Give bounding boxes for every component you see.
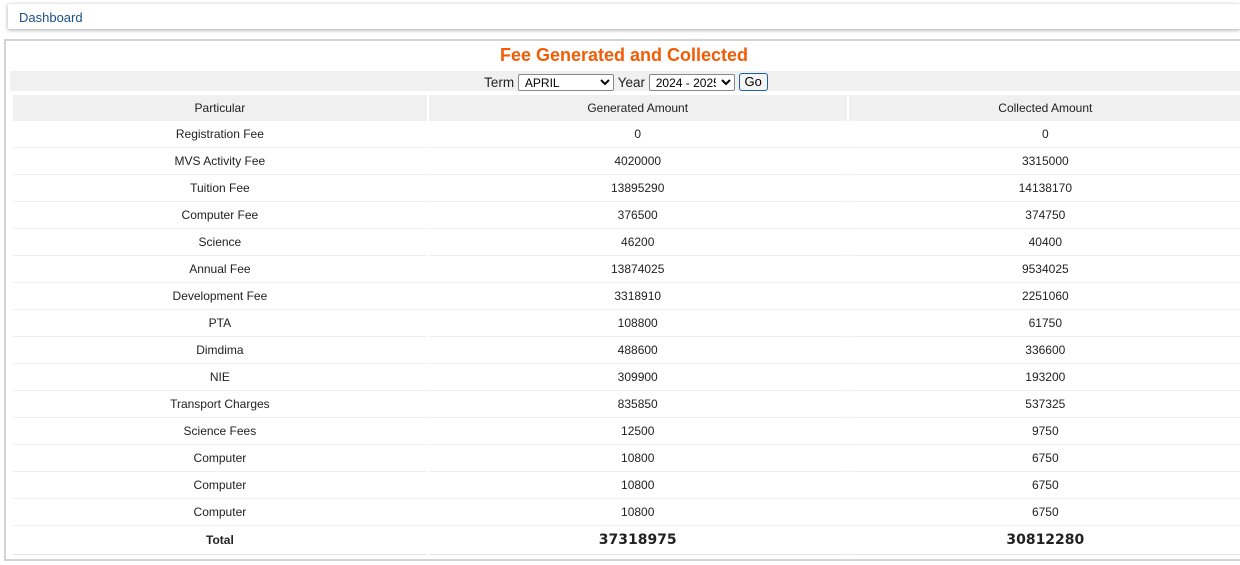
fee-table: Particular Generated Amount Collected Am… [11, 95, 1240, 555]
cell-particular: Computer [13, 499, 427, 526]
table-header-row: Particular Generated Amount Collected Am… [13, 95, 1240, 121]
cell-generated: 108800 [428, 310, 847, 337]
term-label: Term [484, 74, 515, 90]
cell-generated: 46200 [428, 229, 847, 256]
cell-collected: 40400 [848, 229, 1240, 256]
table-row: Transport Charges 835850 537325 [13, 391, 1240, 418]
cell-generated: 0 [428, 121, 847, 148]
page-title: Fee Generated and Collected [499, 45, 749, 65]
cell-generated: 12500 [428, 418, 847, 445]
cell-particular: Transport Charges [13, 391, 427, 418]
table-row: MVS Activity Fee 4020000 3315000 [13, 148, 1240, 175]
cell-particular: NIE [13, 364, 427, 391]
year-label: Year [617, 74, 645, 90]
table-row: Science 46200 40400 [13, 229, 1240, 256]
cell-particular: PTA [13, 310, 427, 337]
cell-particular: Dimdima [13, 337, 427, 364]
total-generated: 37318975 [428, 526, 847, 555]
cell-collected: 537325 [848, 391, 1240, 418]
cell-particular: Science [13, 229, 427, 256]
cell-collected: 0 [848, 121, 1240, 148]
total-collected: 30812280 [848, 526, 1240, 555]
cell-collected: 6750 [848, 472, 1240, 499]
cell-collected: 6750 [848, 499, 1240, 526]
table-row: NIE 309900 193200 [13, 364, 1240, 391]
cell-generated: 4020000 [428, 148, 847, 175]
cell-collected: 193200 [848, 364, 1240, 391]
cell-particular: Computer [13, 472, 427, 499]
cell-particular: Registration Fee [13, 121, 427, 148]
cell-generated: 3318910 [428, 283, 847, 310]
term-select[interactable]: APRIL [517, 73, 614, 91]
cell-collected: 14138170 [848, 175, 1240, 202]
cell-collected: 9750 [848, 418, 1240, 445]
cell-generated: 488600 [428, 337, 847, 364]
cell-generated: 13895290 [428, 175, 847, 202]
cell-collected: 3315000 [848, 148, 1240, 175]
cell-collected: 61750 [848, 310, 1240, 337]
cell-particular: Computer Fee [13, 202, 427, 229]
year-select[interactable]: 2024 - 2025 [648, 73, 735, 91]
cell-collected: 374750 [848, 202, 1240, 229]
cell-generated: 376500 [428, 202, 847, 229]
header-particular: Particular [13, 95, 427, 121]
table-row: Registration Fee 0 0 [13, 121, 1240, 148]
fee-report-panel: Fee Generated and Collected Term APRIL Y… [4, 39, 1240, 561]
breadcrumb: Dashboard [8, 4, 1240, 29]
total-row: Total 37318975 30812280 [13, 526, 1240, 555]
table-row: Development Fee 3318910 2251060 [13, 283, 1240, 310]
table-row: Computer Fee 376500 374750 [13, 202, 1240, 229]
cell-generated: 10800 [428, 472, 847, 499]
cell-generated: 10800 [428, 445, 847, 472]
table-row: Computer 10800 6750 [13, 472, 1240, 499]
cell-particular: Annual Fee [13, 256, 427, 283]
cell-collected: 2251060 [848, 283, 1240, 310]
go-button[interactable]: Go [738, 73, 768, 92]
header-collected-amount: Collected Amount [848, 95, 1240, 121]
total-label: Total [13, 526, 427, 555]
table-row: Science Fees 12500 9750 [13, 418, 1240, 445]
table-row: Annual Fee 13874025 9534025 [13, 256, 1240, 283]
cell-particular: Computer [13, 445, 427, 472]
table-row: Computer 10800 6750 [13, 445, 1240, 472]
filter-bar: Term APRIL Year 2024 - 2025 Go [10, 71, 1240, 92]
cell-generated: 10800 [428, 499, 847, 526]
table-row: Dimdima 488600 336600 [13, 337, 1240, 364]
table-row: PTA 108800 61750 [13, 310, 1240, 337]
table-row: Tuition Fee 13895290 14138170 [13, 175, 1240, 202]
table-row: Computer 10800 6750 [13, 499, 1240, 526]
cell-collected: 6750 [848, 445, 1240, 472]
header-generated-amount: Generated Amount [428, 95, 847, 121]
breadcrumb-dashboard-link[interactable]: Dashboard [19, 10, 83, 25]
cell-collected: 336600 [848, 337, 1240, 364]
cell-particular: Development Fee [13, 283, 427, 310]
cell-generated: 13874025 [428, 256, 847, 283]
cell-particular: MVS Activity Fee [13, 148, 427, 175]
cell-particular: Science Fees [13, 418, 427, 445]
cell-particular: Tuition Fee [13, 175, 427, 202]
cell-collected: 9534025 [848, 256, 1240, 283]
cell-generated: 309900 [428, 364, 847, 391]
cell-generated: 835850 [428, 391, 847, 418]
